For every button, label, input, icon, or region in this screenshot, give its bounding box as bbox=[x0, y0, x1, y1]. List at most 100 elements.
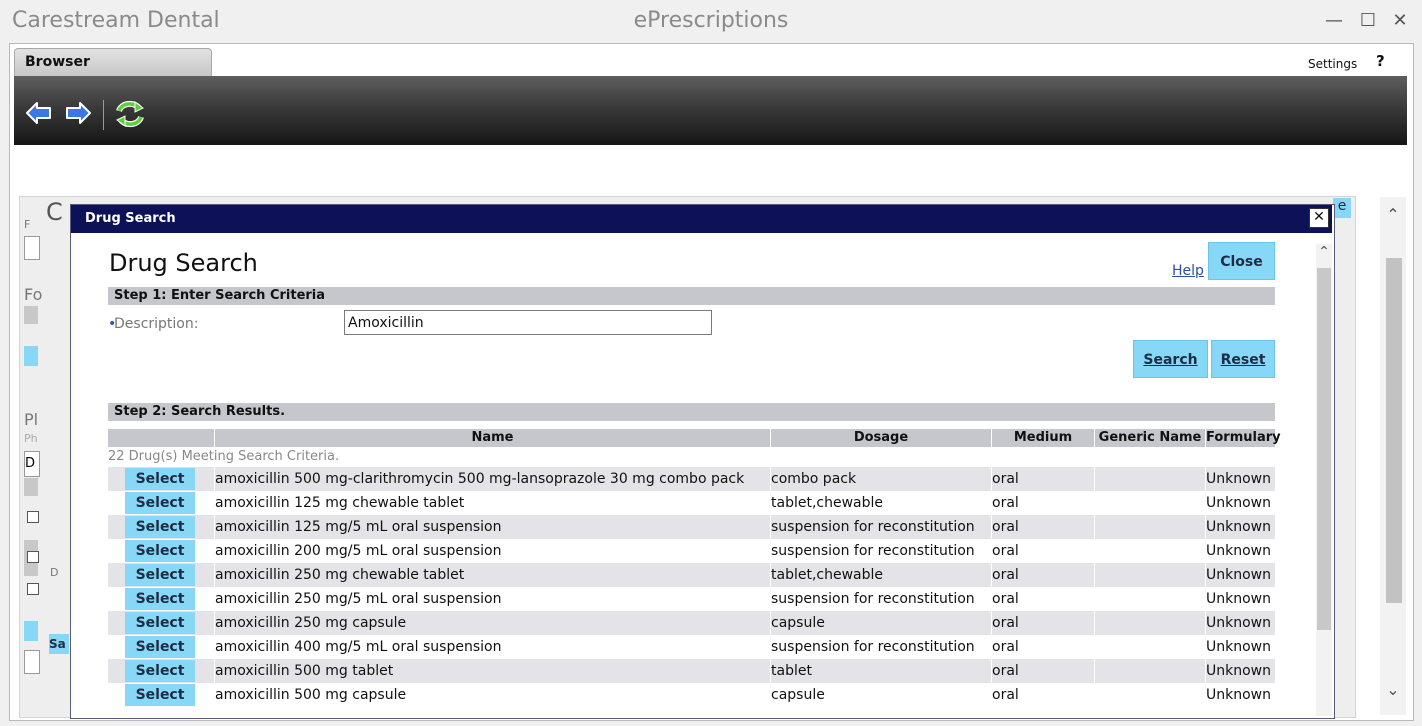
drug-name-cell: amoxicillin 125 mg/5 mL oral suspension bbox=[215, 519, 502, 535]
select-button[interactable]: Select bbox=[125, 636, 195, 658]
column-divider bbox=[770, 683, 771, 707]
table-row: Select amoxicillin 200 mg/5 mL oral suspe… bbox=[108, 539, 1275, 563]
drug-name-cell: amoxicillin 200 mg/5 mL oral suspension bbox=[215, 543, 502, 559]
column-divider bbox=[214, 587, 215, 611]
reset-button[interactable]: Reset bbox=[1211, 340, 1275, 378]
close-button[interactable]: Close bbox=[1208, 242, 1275, 280]
underlay-label: Pl bbox=[24, 410, 39, 429]
drug-name-cell: amoxicillin 400 mg/5 mL oral suspension bbox=[215, 639, 502, 655]
select-button[interactable]: Select bbox=[125, 492, 195, 514]
column-divider bbox=[770, 587, 771, 611]
toolbar-separator bbox=[103, 100, 104, 130]
column-divider bbox=[991, 539, 992, 563]
drug-name-cell: amoxicillin 250 mg/5 mL oral suspension bbox=[215, 591, 502, 607]
underlay-field[interactable]: D bbox=[24, 451, 40, 477]
forward-arrow-icon[interactable] bbox=[63, 98, 93, 128]
dosage-cell: suspension for reconstitution bbox=[771, 591, 975, 607]
select-button[interactable]: Select bbox=[125, 564, 195, 586]
medium-cell: oral bbox=[992, 471, 1019, 487]
drug-name-cell: amoxicillin 250 mg chewable tablet bbox=[215, 567, 465, 583]
medium-cell: oral bbox=[992, 519, 1019, 535]
column-divider bbox=[991, 683, 992, 707]
dosage-cell: suspension for reconstitution bbox=[771, 639, 975, 655]
column-divider bbox=[1205, 611, 1206, 635]
select-button[interactable]: Select bbox=[125, 660, 195, 682]
underlay-heading-fragment: C bbox=[46, 198, 63, 226]
column-divider bbox=[1094, 491, 1095, 515]
column-divider bbox=[1094, 515, 1095, 539]
back-arrow-icon[interactable] bbox=[24, 98, 54, 128]
minimize-button[interactable]: — bbox=[1322, 10, 1346, 32]
column-header-name[interactable]: Name bbox=[215, 429, 771, 447]
select-button[interactable]: Select bbox=[125, 540, 195, 562]
select-button[interactable]: Select bbox=[125, 468, 195, 490]
column-divider bbox=[991, 467, 992, 491]
select-button[interactable]: Select bbox=[125, 516, 195, 538]
column-divider bbox=[1205, 635, 1206, 659]
underlay-checkbox[interactable] bbox=[27, 583, 39, 595]
formulary-cell: Unknown bbox=[1206, 495, 1271, 511]
page-scrollbar-thumb[interactable] bbox=[1386, 258, 1402, 603]
underlay-bar bbox=[24, 306, 38, 324]
column-divider bbox=[1205, 587, 1206, 611]
column-divider bbox=[1094, 563, 1095, 587]
settings-link[interactable]: Settings bbox=[1308, 57, 1357, 71]
formulary-cell: Unknown bbox=[1206, 615, 1271, 631]
underlay-button[interactable]: Sa bbox=[49, 634, 69, 654]
underlay-field[interactable] bbox=[24, 236, 40, 260]
underlay-checkbox[interactable] bbox=[27, 551, 39, 563]
table-row: Select amoxicillin 500 mg tablet tablet ora… bbox=[108, 659, 1275, 683]
drug-name-cell: amoxicillin 500 mg tablet bbox=[215, 663, 394, 679]
column-header-select bbox=[108, 429, 215, 447]
table-row: Select amoxicillin 125 mg/5 mL oral suspe… bbox=[108, 515, 1275, 539]
drug-name-cell: amoxicillin 500 mg-clarithromycin 500 mg… bbox=[215, 471, 745, 487]
column-divider bbox=[1205, 539, 1206, 563]
select-button[interactable]: Select bbox=[125, 588, 195, 610]
dosage-cell: capsule bbox=[771, 687, 825, 703]
refresh-icon[interactable] bbox=[114, 98, 144, 128]
column-divider bbox=[1094, 539, 1095, 563]
table-row: Select amoxicillin 400 mg/5 mL oral suspe… bbox=[108, 635, 1275, 659]
underlay-checkbox[interactable] bbox=[27, 511, 39, 523]
column-divider bbox=[991, 611, 992, 635]
column-header-generic-name[interactable]: Generic Name bbox=[1095, 429, 1206, 447]
column-divider bbox=[770, 491, 771, 515]
select-button[interactable]: Select bbox=[125, 684, 195, 706]
underlay-button-fragment[interactable]: e bbox=[1333, 198, 1351, 218]
dialog-scrollbar-thumb[interactable] bbox=[1317, 268, 1331, 630]
underlay-field[interactable] bbox=[24, 650, 40, 674]
tab-browser[interactable]: Browser bbox=[14, 48, 212, 76]
underlay-label: D bbox=[50, 566, 59, 579]
column-divider bbox=[214, 539, 215, 563]
column-divider bbox=[1094, 635, 1095, 659]
scroll-up-icon[interactable]: ⌃ bbox=[1384, 205, 1402, 224]
column-divider bbox=[214, 491, 215, 515]
dosage-cell: tablet bbox=[771, 663, 812, 679]
formulary-cell: Unknown bbox=[1206, 687, 1271, 703]
dosage-cell: tablet,chewable bbox=[771, 567, 883, 583]
help-question-button[interactable]: ? bbox=[1376, 52, 1385, 70]
dialog-scroll-up-icon[interactable]: ⌃ bbox=[1314, 244, 1334, 260]
select-button[interactable]: Select bbox=[125, 612, 195, 634]
column-header-formulary[interactable]: Formulary bbox=[1206, 429, 1281, 447]
medium-cell: oral bbox=[992, 687, 1019, 703]
description-input[interactable] bbox=[344, 310, 712, 335]
column-header-dosage[interactable]: Dosage bbox=[771, 429, 992, 447]
underlay-label: Ph bbox=[24, 432, 38, 445]
formulary-cell: Unknown bbox=[1206, 543, 1271, 559]
help-link[interactable]: Help bbox=[1172, 263, 1204, 279]
formulary-cell: Unknown bbox=[1206, 591, 1271, 607]
column-divider bbox=[770, 563, 771, 587]
close-window-button[interactable]: ✕ bbox=[1388, 10, 1412, 32]
table-row: Select amoxicillin 250 mg capsule capsule o… bbox=[108, 611, 1275, 635]
column-divider bbox=[1205, 563, 1206, 587]
column-header-medium[interactable]: Medium bbox=[992, 429, 1095, 447]
underlay-button[interactable] bbox=[24, 621, 38, 641]
scroll-down-icon[interactable]: ⌄ bbox=[1384, 680, 1402, 699]
dialog-close-icon[interactable]: ✕ bbox=[1309, 208, 1329, 228]
column-divider bbox=[770, 515, 771, 539]
maximize-button[interactable]: ☐ bbox=[1356, 10, 1380, 32]
search-button[interactable]: Search bbox=[1133, 340, 1208, 378]
column-divider bbox=[214, 467, 215, 491]
underlay-button[interactable] bbox=[24, 346, 38, 366]
